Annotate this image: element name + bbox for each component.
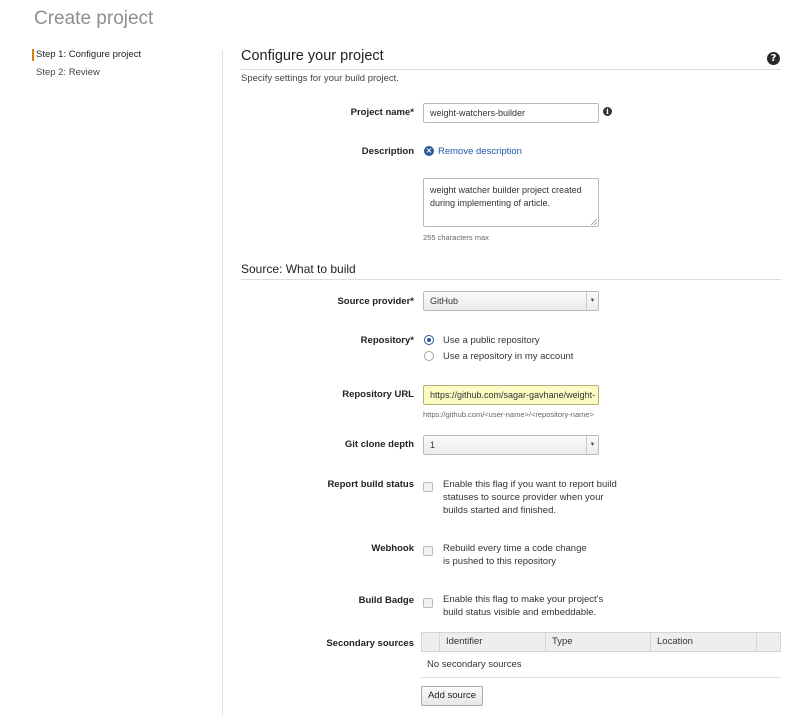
chevron-down-icon: ▼ [586, 292, 598, 310]
configure-subtitle: Specify settings for your build project. [241, 73, 399, 84]
step-review[interactable]: Step 2: Review [36, 67, 100, 78]
webhook-text: Rebuild every time a code change is push… [443, 543, 587, 567]
secondary-sources-table-header: Identifier Type Location [421, 632, 781, 652]
settings-column-header [757, 633, 780, 651]
add-source-button[interactable]: Add source [421, 686, 483, 706]
description-textarea[interactable]: weight watcher builder project created d… [423, 178, 599, 227]
webhook-label: Webhook [371, 543, 414, 554]
step-configure-project[interactable]: Step 1: Configure project [36, 49, 141, 60]
resize-handle-icon[interactable] [591, 219, 597, 225]
report-status-text: Enable this flag if you want to report b… [443, 479, 617, 516]
select-column-header [422, 633, 440, 651]
chevron-down-icon: ▼ [586, 436, 598, 454]
configure-heading: Configure your project [241, 48, 384, 64]
source-provider-value: GitHub [430, 296, 459, 306]
source-provider-select[interactable]: GitHub ▼ [423, 291, 599, 311]
page-title: Create project [34, 8, 154, 29]
report-status-checkbox[interactable] [423, 482, 433, 492]
description-hint: 255 characters max [423, 233, 489, 242]
active-step-indicator [32, 49, 34, 61]
clone-depth-label: Git clone depth [344, 439, 414, 450]
radio-public-repository[interactable] [424, 335, 434, 345]
description-text: weight watcher builder project created d… [430, 185, 582, 208]
info-circle-icon[interactable]: i [603, 107, 612, 116]
source-heading: Source: What to build [241, 262, 356, 276]
build-badge-label: Build Badge [358, 595, 414, 606]
my-repository-option[interactable]: Use a repository in my account [443, 351, 573, 362]
repository-url-hint: https://github.com/<user-name>/<reposito… [423, 410, 594, 419]
question-circle-icon[interactable]: ? [767, 52, 780, 65]
build-badge-checkbox[interactable] [423, 598, 433, 608]
column-location[interactable]: Location [651, 633, 757, 651]
repository-label: Repository* [360, 335, 414, 346]
source-provider-label: Source provider* [337, 296, 414, 307]
remove-description-link[interactable]: Remove description [438, 146, 522, 157]
secondary-sources-empty: No secondary sources [421, 652, 781, 678]
clone-depth-select[interactable]: 1 ▼ [423, 435, 599, 455]
column-type[interactable]: Type [546, 633, 651, 651]
build-badge-text: Enable this flag to make your project's … [443, 594, 604, 618]
description-label: Description [361, 146, 414, 157]
repository-url-input[interactable]: https://github.com/sagar-gavhane/weight- [423, 385, 599, 405]
public-repository-option[interactable]: Use a public repository [443, 335, 540, 346]
radio-my-repository[interactable] [424, 351, 434, 361]
project-name-input[interactable]: weight-watchers-builder [423, 103, 599, 123]
clone-depth-value: 1 [430, 440, 436, 450]
source-divider [241, 279, 781, 280]
report-status-label: Report build status [327, 479, 414, 490]
remove-circle-icon[interactable]: × [424, 146, 434, 156]
repository-url-label: Repository URL [342, 389, 414, 400]
column-identifier[interactable]: Identifier [440, 633, 546, 651]
project-name-label: Project name* [350, 107, 414, 118]
secondary-sources-label: Secondary sources [326, 638, 414, 649]
nav-divider [222, 50, 223, 716]
section-divider [241, 69, 781, 70]
webhook-checkbox[interactable] [423, 546, 433, 556]
